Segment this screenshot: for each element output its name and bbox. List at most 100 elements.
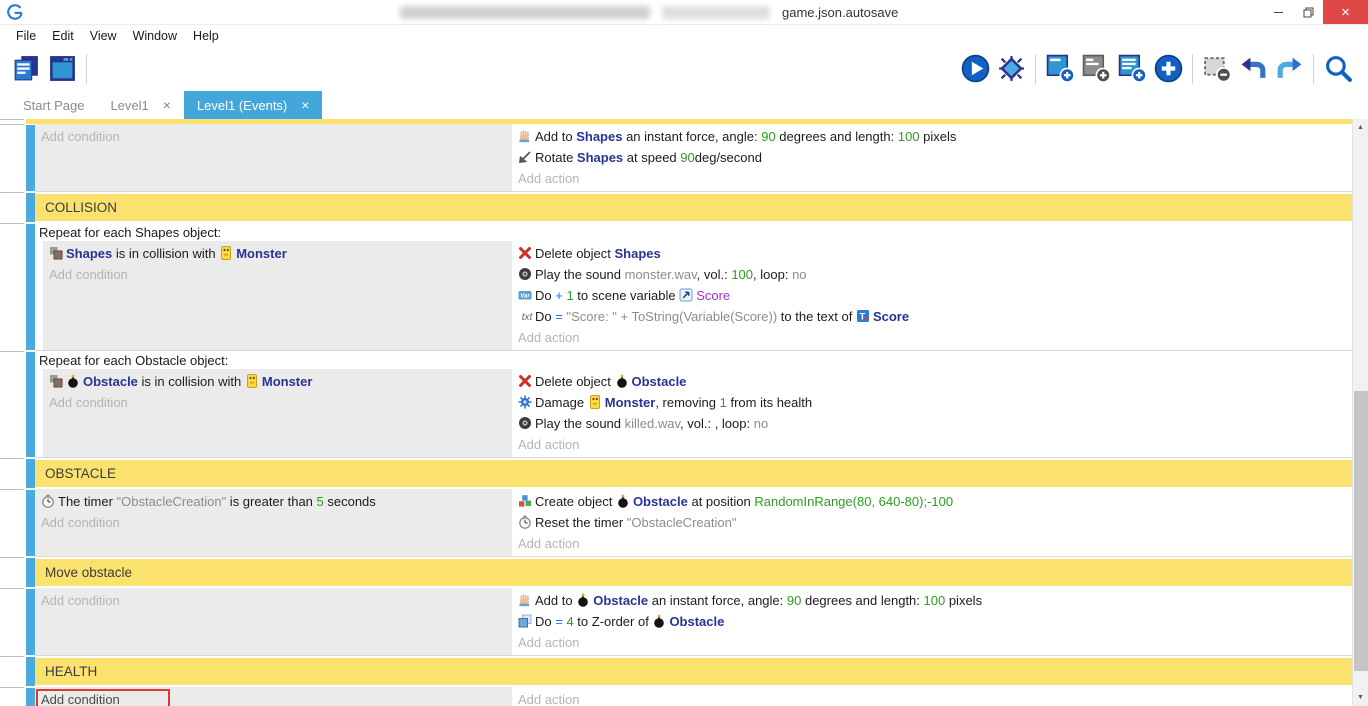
search-icon bbox=[1324, 54, 1353, 83]
annotation-rect bbox=[36, 689, 170, 706]
condition-line[interactable]: Obstacle is in collision with Monster bbox=[49, 371, 506, 392]
add-action-link[interactable]: Add action bbox=[518, 689, 1346, 706]
menu-edit[interactable]: Edit bbox=[44, 27, 82, 45]
add-plus-button[interactable] bbox=[1150, 50, 1186, 88]
action-line[interactable]: VarDo + 1 to scene variable Score bbox=[518, 285, 1346, 306]
damage-icon bbox=[518, 395, 532, 409]
group-comment[interactable]: Move obstacle bbox=[35, 559, 1352, 586]
scrollbar-thumb[interactable] bbox=[1354, 391, 1368, 671]
repeat-header[interactable]: Repeat for each Shapes object: bbox=[35, 223, 1352, 241]
add-condition-link[interactable]: Add condition bbox=[49, 392, 506, 413]
tab-start-page[interactable]: Start Page bbox=[10, 91, 97, 119]
group-comment[interactable]: COLLISION bbox=[35, 194, 1352, 221]
conditions-cell[interactable]: Add condition bbox=[35, 588, 512, 655]
group-comment[interactable]: HEALTH bbox=[35, 658, 1352, 685]
actions-cell[interactable]: Add to Obstacle an instant force, angle:… bbox=[512, 588, 1352, 655]
hand-icon bbox=[518, 593, 532, 607]
scroll-up-arrow[interactable]: ▲ bbox=[1353, 119, 1368, 136]
add-action-link[interactable]: Add action bbox=[518, 327, 1346, 348]
event-handle-bar[interactable] bbox=[26, 224, 35, 350]
event-handle-bar[interactable] bbox=[26, 558, 35, 587]
conditions-cell[interactable]: The timer "ObstacleCreation" is greater … bbox=[35, 489, 512, 556]
events-list-button[interactable] bbox=[8, 50, 44, 88]
actions-cell[interactable]: Delete object ShapesPlay the sound monst… bbox=[512, 241, 1352, 350]
tab-close-icon[interactable]: × bbox=[301, 98, 309, 112]
add-condition-link[interactable]: Add condition bbox=[41, 126, 506, 147]
search-button[interactable] bbox=[1320, 50, 1356, 88]
event-handle-bar[interactable] bbox=[26, 657, 35, 686]
add-action-link[interactable]: Add action bbox=[518, 168, 1346, 189]
redacted-path-blur bbox=[662, 6, 770, 19]
action-line[interactable]: Rotate Shapes at speed 90deg/second bbox=[518, 147, 1346, 168]
action-line[interactable]: Add to Obstacle an instant force, angle:… bbox=[518, 590, 1346, 611]
action-line[interactable]: Play the sound monster.wav, vol.: 100, l… bbox=[518, 264, 1346, 285]
actions-cell[interactable]: Add to Shapes an instant force, angle: 9… bbox=[512, 124, 1352, 191]
menu-window[interactable]: Window bbox=[125, 27, 185, 45]
event-block: Add condition Add to Shapes an instant fo… bbox=[0, 124, 1352, 192]
restore-button[interactable] bbox=[1293, 0, 1323, 24]
event-block: Add condition Add to Obstacle an instant … bbox=[0, 588, 1352, 656]
add-action-link[interactable]: Add action bbox=[518, 434, 1346, 455]
redo-button[interactable] bbox=[1271, 50, 1307, 88]
vertical-scrollbar[interactable]: ▲ ▼ bbox=[1352, 119, 1368, 706]
action-line[interactable]: Add to Shapes an instant force, angle: 9… bbox=[518, 126, 1346, 147]
conditions-cell[interactable]: Obstacle is in collision with MonsterAdd… bbox=[43, 369, 512, 457]
collision-icon bbox=[49, 374, 63, 388]
add-subevent-button[interactable] bbox=[1114, 50, 1150, 88]
event-handle-bar[interactable] bbox=[26, 193, 35, 222]
actions-cell[interactable]: Create object Obstacle at position Rando… bbox=[512, 489, 1352, 556]
add-condition-link[interactable]: Add condition bbox=[41, 689, 506, 706]
tab-close-icon[interactable]: × bbox=[163, 98, 171, 112]
action-line[interactable]: Create object Obstacle at position Rando… bbox=[518, 491, 1346, 512]
debug-button[interactable] bbox=[993, 50, 1029, 88]
group-comment[interactable]: OBSTACLE bbox=[35, 460, 1352, 487]
gutter-tick bbox=[0, 192, 26, 223]
event-handle-bar[interactable] bbox=[26, 352, 35, 457]
events-list-icon bbox=[12, 54, 41, 83]
event-handle-bar[interactable] bbox=[26, 688, 35, 706]
event-handle-bar[interactable] bbox=[26, 459, 35, 488]
scroll-down-arrow[interactable]: ▼ bbox=[1353, 689, 1368, 706]
conditions-cell[interactable]: Add condition bbox=[35, 124, 512, 191]
event-handle-bar[interactable] bbox=[26, 589, 35, 655]
event-handle-bar[interactable] bbox=[26, 125, 35, 191]
action-line[interactable]: Damage Monster, removing 1 from its heal… bbox=[518, 392, 1346, 413]
gdevelop-logo-icon bbox=[5, 3, 25, 21]
action-line[interactable]: txtDo = "Score: " + ToString(Variable(Sc… bbox=[518, 306, 1346, 327]
repeat-header[interactable]: Repeat for each Obstacle object: bbox=[35, 351, 1352, 369]
add-action-link[interactable]: Add action bbox=[518, 632, 1346, 653]
play-button[interactable] bbox=[957, 50, 993, 88]
conditions-cell[interactable]: Add condition bbox=[35, 687, 512, 706]
actions-cell[interactable]: Delete object ObstacleDamage Monster, re… bbox=[512, 369, 1352, 457]
gutter-tick bbox=[0, 351, 26, 458]
title-bar: game.json.autosave × bbox=[0, 0, 1368, 25]
add-action-link[interactable]: Add action bbox=[518, 533, 1346, 554]
undo-button[interactable] bbox=[1235, 50, 1271, 88]
menu-view[interactable]: View bbox=[82, 27, 125, 45]
action-line[interactable]: Reset the timer "ObstacleCreation" bbox=[518, 512, 1346, 533]
actions-cell[interactable]: Add action bbox=[512, 687, 1352, 706]
menu-help[interactable]: Help bbox=[185, 27, 227, 45]
add-condition-link[interactable]: Add condition bbox=[41, 590, 506, 611]
tab-level1-events[interactable]: Level1 (Events)× bbox=[184, 91, 323, 119]
menu-file[interactable]: File bbox=[8, 27, 44, 45]
remove-event-button[interactable] bbox=[1199, 50, 1235, 88]
action-line[interactable]: Play the sound killed.wav, vol.: , loop:… bbox=[518, 413, 1346, 434]
add-condition-link[interactable]: Add condition bbox=[41, 512, 506, 533]
condition-line[interactable]: The timer "ObstacleCreation" is greater … bbox=[41, 491, 506, 512]
add-comment-button[interactable] bbox=[1078, 50, 1114, 88]
bomb-icon bbox=[652, 614, 666, 628]
condition-line[interactable]: Shapes is in collision with Monster bbox=[49, 243, 506, 264]
scene-window-button[interactable] bbox=[44, 50, 80, 88]
add-event-button[interactable] bbox=[1042, 50, 1078, 88]
conditions-cell[interactable]: Shapes is in collision with MonsterAdd c… bbox=[43, 241, 512, 350]
action-line[interactable]: Delete object Shapes bbox=[518, 243, 1346, 264]
tab-level1[interactable]: Level1× bbox=[97, 91, 184, 119]
comment-block: Move obstacle bbox=[0, 557, 1352, 588]
action-line[interactable]: Do = 4 to Z-order of Obstacle bbox=[518, 611, 1346, 632]
minimize-button[interactable] bbox=[1263, 0, 1293, 24]
close-button[interactable]: × bbox=[1323, 0, 1368, 24]
add-condition-link[interactable]: Add condition bbox=[49, 264, 506, 285]
action-line[interactable]: Delete object Obstacle bbox=[518, 371, 1346, 392]
event-handle-bar[interactable] bbox=[26, 490, 35, 556]
